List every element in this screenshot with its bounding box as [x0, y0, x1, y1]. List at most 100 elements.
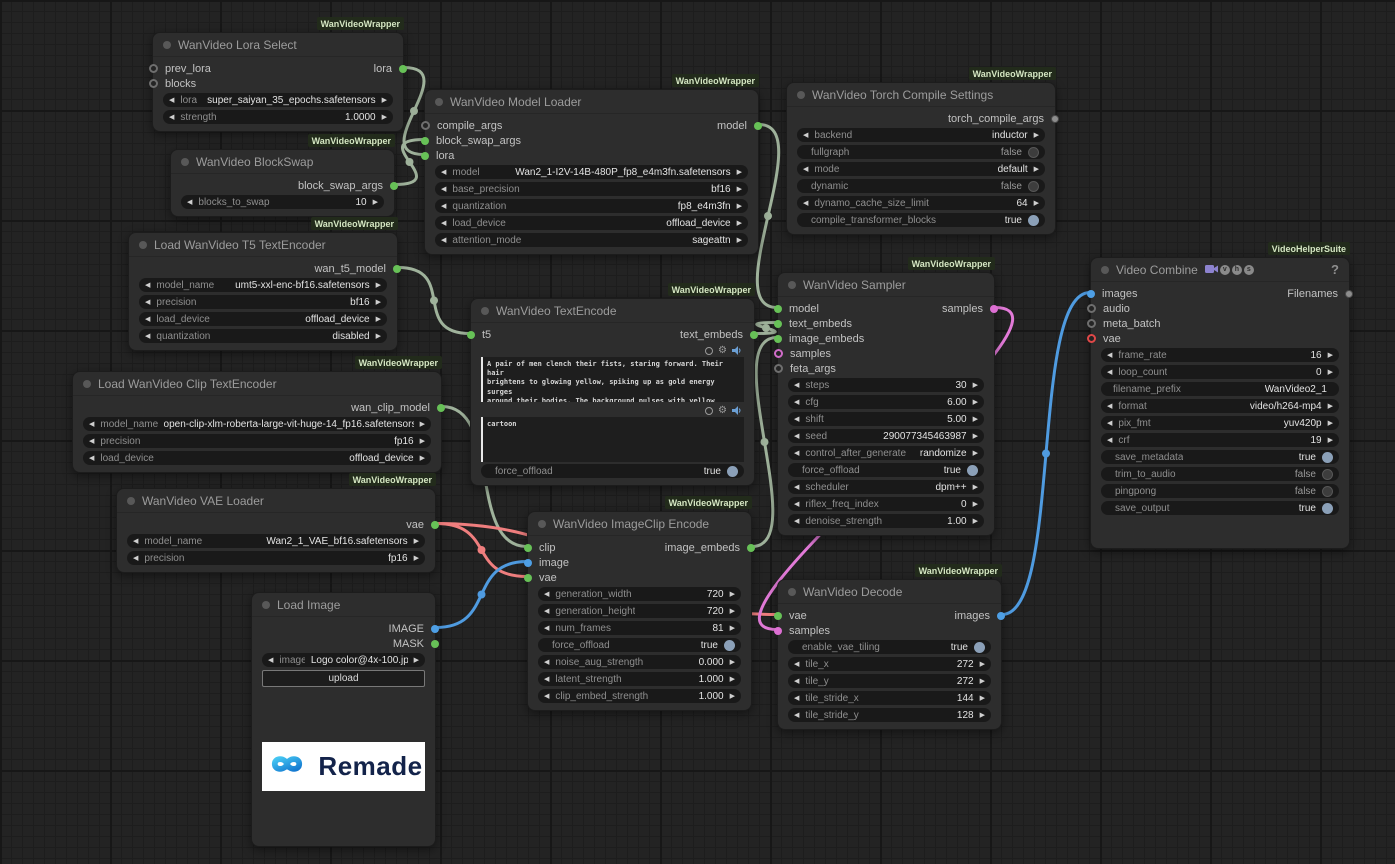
toggle-knob[interactable]: [1028, 215, 1039, 226]
increment-arrow-icon[interactable]: ▶: [414, 656, 419, 664]
node-title-bar[interactable]: WanVideo ImageClip Encode: [528, 512, 751, 536]
increment-arrow-icon[interactable]: ▶: [376, 281, 381, 289]
toggle-knob[interactable]: [1322, 452, 1333, 463]
decrement-arrow-icon[interactable]: ◀: [145, 298, 150, 306]
toggle-knob[interactable]: [724, 640, 735, 651]
increment-arrow-icon[interactable]: ▶: [376, 315, 381, 323]
node-torch-compile[interactable]: WanVideo Torch Compile Settingstorch_com…: [786, 82, 1056, 235]
increment-arrow-icon[interactable]: ▶: [980, 660, 985, 668]
node-sampler[interactable]: WanVideo Samplermodelsamplestext_embedsi…: [777, 272, 995, 536]
widget-enable_vae_tiling[interactable]: enable_vae_tilingtrue: [788, 640, 991, 654]
widget-dynamo_cache_size_limit[interactable]: ◀dynamo_cache_size_limit64▶: [797, 196, 1045, 210]
link-midpoint-dot[interactable]: [764, 212, 772, 220]
decrement-arrow-icon[interactable]: ◀: [803, 165, 808, 173]
node-clip-encoder[interactable]: Load WanVideo Clip TextEncoderwan_clip_m…: [72, 371, 442, 473]
upload-button[interactable]: upload: [262, 670, 425, 687]
widget-mode[interactable]: ◀modedefault▶: [797, 162, 1045, 176]
increment-arrow-icon[interactable]: ▶: [730, 675, 735, 683]
widget-quantization[interactable]: ◀quantizationdisabled▶: [139, 329, 387, 343]
decrement-arrow-icon[interactable]: ◀: [145, 315, 150, 323]
widget-model_name[interactable]: ◀model_nameumt5-xxl-enc-bf16.safetensors…: [139, 278, 387, 292]
node-title-bar[interactable]: Load Image: [252, 593, 435, 617]
increment-arrow-icon[interactable]: ▶: [382, 96, 387, 104]
node-lora-select[interactable]: WanVideo Lora Selectprev_loralorablocks◀…: [152, 32, 404, 132]
decrement-arrow-icon[interactable]: ◀: [1107, 368, 1112, 376]
toggle-knob[interactable]: [1322, 503, 1333, 514]
increment-arrow-icon[interactable]: ▶: [373, 198, 378, 206]
port-out-image_embeds[interactable]: [747, 544, 755, 552]
widget-strength[interactable]: ◀strength1.0000▶: [163, 110, 393, 124]
speaker-icon[interactable]: [732, 342, 742, 360]
widget-loop_count[interactable]: ◀loop_count0▶: [1101, 365, 1339, 379]
decrement-arrow-icon[interactable]: ◀: [268, 656, 273, 664]
increment-arrow-icon[interactable]: ▶: [737, 236, 742, 244]
increment-arrow-icon[interactable]: ▶: [730, 607, 735, 615]
widget-latent_strength[interactable]: ◀latent_strength1.000▶: [538, 672, 741, 686]
increment-arrow-icon[interactable]: ▶: [973, 500, 978, 508]
port-in-model[interactable]: [774, 305, 782, 313]
increment-arrow-icon[interactable]: ▶: [730, 692, 735, 700]
speaker-icon[interactable]: [732, 402, 742, 420]
widget-lora[interactable]: ◀lorasuper_saiyan_35_epochs.safetensors▶: [163, 93, 393, 107]
decrement-arrow-icon[interactable]: ◀: [169, 113, 174, 121]
widget-force_offload[interactable]: force_offloadtrue: [481, 464, 744, 478]
widget-force_offload[interactable]: force_offloadtrue: [538, 638, 741, 652]
decrement-arrow-icon[interactable]: ◀: [794, 660, 799, 668]
collapse-dot-icon[interactable]: [788, 281, 796, 289]
collapse-dot-icon[interactable]: [481, 307, 489, 315]
node-title-bar[interactable]: WanVideo Torch Compile Settings: [787, 83, 1055, 107]
toggle-knob[interactable]: [1322, 469, 1333, 480]
decrement-arrow-icon[interactable]: ◀: [441, 168, 446, 176]
toggle-knob[interactable]: [967, 465, 978, 476]
widget-image[interactable]: ◀imageLogo color@4x-100.jpg▶: [262, 653, 425, 667]
collapse-dot-icon[interactable]: [181, 158, 189, 166]
increment-arrow-icon[interactable]: ▶: [737, 168, 742, 176]
decrement-arrow-icon[interactable]: ◀: [441, 185, 446, 193]
increment-arrow-icon[interactable]: ▶: [980, 711, 985, 719]
decrement-arrow-icon[interactable]: ◀: [1107, 351, 1112, 359]
widget-riflex_freq_index[interactable]: ◀riflex_freq_index0▶: [788, 497, 984, 511]
node-textencode[interactable]: WanVideo TextEncodet5text_embeds⚙A pair …: [470, 298, 755, 486]
widget-precision[interactable]: ◀precisionbf16▶: [139, 295, 387, 309]
increment-arrow-icon[interactable]: ▶: [1328, 419, 1333, 427]
node-t5-encoder[interactable]: Load WanVideo T5 TextEncoderwan_t5_model…: [128, 232, 398, 351]
port-in-samples[interactable]: [774, 627, 782, 635]
increment-arrow-icon[interactable]: ▶: [973, 483, 978, 491]
widget-denoise_strength[interactable]: ◀denoise_strength1.00▶: [788, 514, 984, 528]
increment-arrow-icon[interactable]: ▶: [1034, 199, 1039, 207]
link-midpoint-dot[interactable]: [406, 158, 414, 166]
widget-control_after_generate[interactable]: ◀control_after_generaterandomize▶: [788, 446, 984, 460]
help-icon[interactable]: ?: [1331, 262, 1339, 277]
node-title-bar[interactable]: Load WanVideo T5 TextEncoder: [129, 233, 397, 257]
widget-generation_height[interactable]: ◀generation_height720▶: [538, 604, 741, 618]
toggle-knob[interactable]: [974, 642, 985, 653]
decrement-arrow-icon[interactable]: ◀: [544, 624, 549, 632]
increment-arrow-icon[interactable]: ▶: [1328, 436, 1333, 444]
toggle-knob[interactable]: [1322, 486, 1333, 497]
port-in-vae[interactable]: [774, 612, 782, 620]
increment-arrow-icon[interactable]: ▶: [414, 554, 419, 562]
link-midpoint-dot[interactable]: [1042, 450, 1050, 458]
widget-noise_aug_strength[interactable]: ◀noise_aug_strength0.000▶: [538, 655, 741, 669]
node-title-bar[interactable]: WanVideo Decode: [778, 580, 1001, 604]
widget-trim_to_audio[interactable]: trim_to_audiofalse: [1101, 467, 1339, 481]
decrement-arrow-icon[interactable]: ◀: [145, 332, 150, 340]
widget-tile_y[interactable]: ◀tile_y272▶: [788, 674, 991, 688]
widget-filename_prefix[interactable]: filename_prefixWanVideo2_1: [1101, 382, 1339, 396]
decrement-arrow-icon[interactable]: ◀: [89, 437, 94, 445]
port-out-samples[interactable]: [990, 305, 998, 313]
widget-tile_x[interactable]: ◀tile_x272▶: [788, 657, 991, 671]
increment-arrow-icon[interactable]: ▶: [382, 113, 387, 121]
widget-compile_transformer_blocks[interactable]: compile_transformer_blockstrue: [797, 213, 1045, 227]
widget-num_frames[interactable]: ◀num_frames81▶: [538, 621, 741, 635]
collapse-dot-icon[interactable]: [262, 601, 270, 609]
increment-arrow-icon[interactable]: ▶: [1328, 402, 1333, 410]
decrement-arrow-icon[interactable]: ◀: [794, 517, 799, 525]
node-title-bar[interactable]: WanVideo BlockSwap: [171, 150, 394, 174]
port-in-image_embeds[interactable]: [774, 335, 782, 343]
decrement-arrow-icon[interactable]: ◀: [145, 281, 150, 289]
widget-crf[interactable]: ◀crf19▶: [1101, 433, 1339, 447]
widget-shift[interactable]: ◀shift5.00▶: [788, 412, 984, 426]
widget-model_name[interactable]: ◀model_nameWan2_1_VAE_bf16.safetensors▶: [127, 534, 425, 548]
decrement-arrow-icon[interactable]: ◀: [441, 219, 446, 227]
